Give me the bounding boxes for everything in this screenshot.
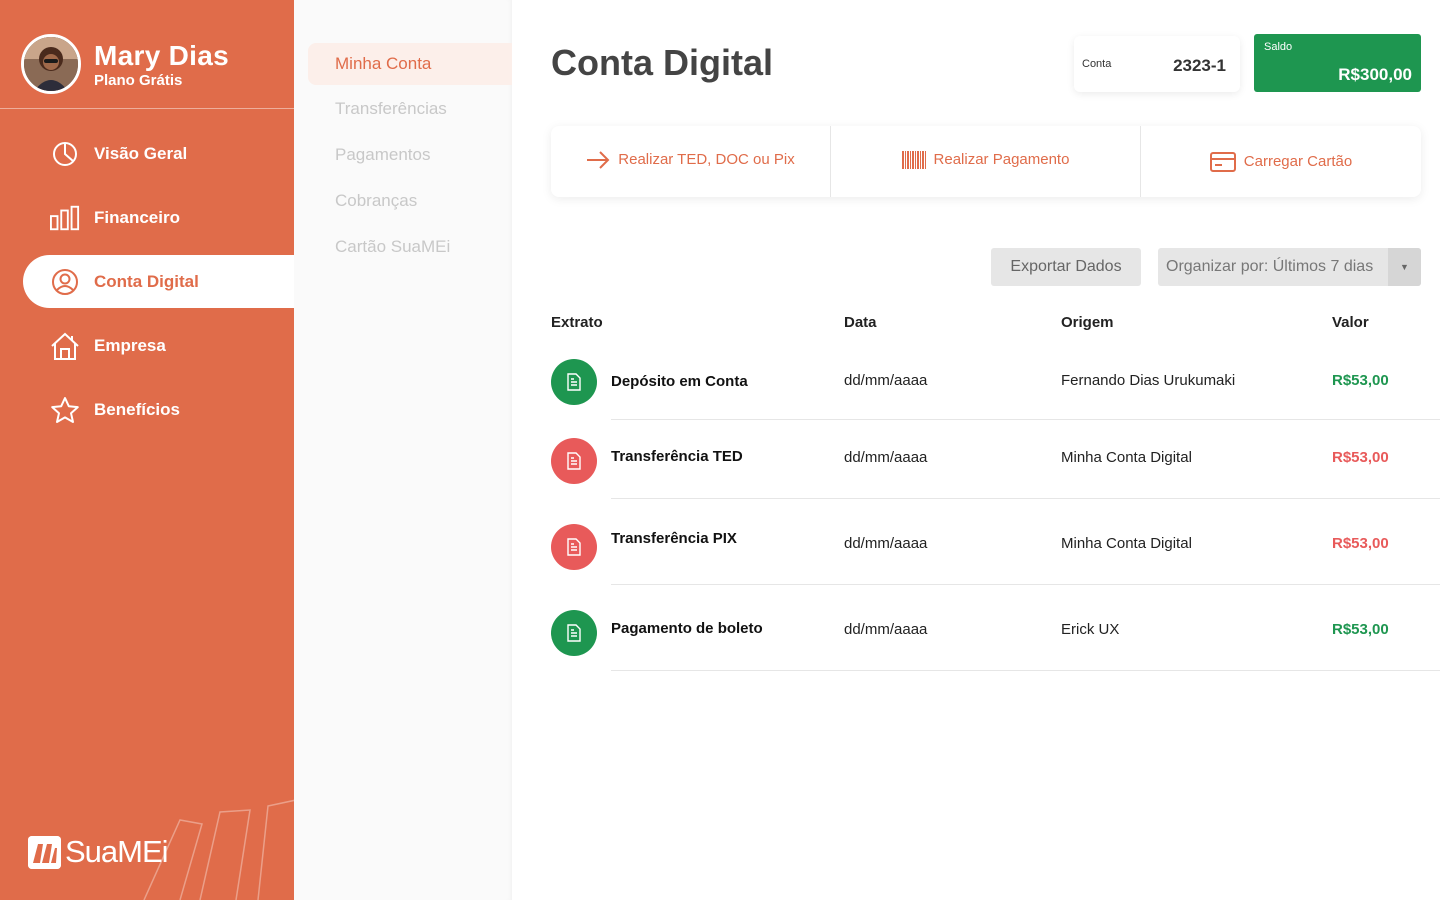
row-value: R$53,00 — [1332, 621, 1389, 638]
main-content: Conta Digital Conta 2323-1 Saldo R$300,0… — [512, 0, 1440, 900]
balance-label: Saldo — [1264, 41, 1293, 53]
sidebar: Mary Dias Plano Grátis Visão Geral Finan… — [0, 0, 294, 900]
document-icon — [551, 359, 597, 405]
home-icon — [50, 331, 80, 361]
row-title: Pagamento de boleto — [611, 620, 763, 637]
user-circle-icon — [50, 267, 80, 297]
page-title: Conta Digital — [551, 42, 773, 83]
nav-item-empresa[interactable]: Empresa — [0, 319, 294, 372]
submenu-item-pagamentos[interactable]: Pagamentos — [335, 145, 430, 165]
row-origin: Erick UX — [1061, 621, 1120, 638]
barcode-icon — [901, 150, 926, 169]
brand-name: SuaMEi — [65, 834, 169, 869]
quick-actions: Realizar TED, DOC ou Pix Realizar Pagame… — [551, 126, 1421, 197]
star-icon — [50, 395, 80, 425]
nav-item-conta-digital[interactable]: Conta Digital — [23, 255, 294, 308]
submenu-item-minha-conta[interactable]: Minha Conta — [308, 43, 512, 85]
nav-item-label: Financeiro — [94, 207, 180, 227]
document-icon — [551, 610, 597, 656]
transfer-button-label: Realizar TED, DOC ou Pix — [618, 151, 795, 168]
row-title: Depósito em Conta — [611, 373, 748, 390]
row-title: Transferência PIX — [611, 530, 737, 547]
load-card-button[interactable]: Carregar Cartão — [1141, 126, 1421, 197]
chevron-down-icon[interactable]: ▼ — [1388, 248, 1421, 286]
profile-name: Mary Dias — [94, 40, 229, 71]
avatar[interactable] — [21, 34, 81, 94]
nav-item-label: Conta Digital — [94, 271, 199, 291]
column-header-valor: Valor — [1332, 314, 1369, 331]
bar-chart-icon — [50, 203, 80, 233]
payment-button-label: Realizar Pagamento — [933, 151, 1070, 168]
nav-item-label: Empresa — [94, 335, 166, 355]
nav-item-beneficios[interactable]: Benefícios — [0, 383, 294, 436]
row-date: dd/mm/aaaa — [844, 449, 928, 466]
document-icon — [551, 524, 597, 570]
profile-plan: Plano Grátis — [94, 72, 183, 89]
column-header-origem: Origem — [1061, 314, 1114, 331]
balance-value: R$300,00 — [1338, 65, 1412, 84]
row-origin: Fernando Dias Urukumaki — [1061, 372, 1236, 389]
column-header-extrato: Extrato — [551, 314, 603, 331]
transfer-button[interactable]: Realizar TED, DOC ou Pix — [551, 126, 831, 197]
nav-item-label: Visão Geral — [94, 143, 188, 163]
row-origin: Minha Conta Digital — [1061, 449, 1192, 466]
main-nav: Visão Geral Financeiro Conta Digital Emp… — [0, 127, 294, 447]
submenu: Minha Conta Transferências Pagamentos Co… — [294, 0, 512, 900]
row-origin: Minha Conta Digital — [1061, 535, 1192, 552]
row-date: dd/mm/aaaa — [844, 535, 928, 552]
row-date: dd/mm/aaaa — [844, 621, 928, 638]
export-data-button[interactable]: Exportar Dados — [991, 248, 1141, 286]
row-divider — [611, 419, 1440, 420]
nav-item-financeiro[interactable]: Financeiro — [0, 191, 294, 244]
row-divider — [611, 584, 1440, 585]
submenu-item-cartao[interactable]: Cartão SuaMEi — [335, 237, 450, 257]
row-title: Transferência TED — [611, 448, 743, 465]
profile-header: Mary Dias Plano Grátis — [0, 0, 294, 109]
load-card-button-label: Carregar Cartão — [1243, 153, 1353, 170]
document-icon — [551, 438, 597, 484]
arrow-right-icon — [586, 150, 610, 170]
payment-button[interactable]: Realizar Pagamento — [831, 126, 1141, 197]
nav-item-label: Benefícios — [94, 399, 180, 419]
brand-logo: SuaMEi — [28, 834, 169, 870]
nav-item-visao-geral[interactable]: Visão Geral — [0, 127, 294, 180]
row-value: R$53,00 — [1332, 449, 1389, 466]
account-label: Conta — [1082, 58, 1112, 70]
balance-card: Saldo R$300,00 — [1254, 34, 1421, 92]
brand-mark-icon — [28, 835, 61, 869]
column-header-data: Data — [844, 314, 877, 331]
account-number-card: Conta 2323-1 — [1074, 36, 1240, 92]
sort-select[interactable]: Organizar por: Últimos 7 dias ▼ — [1158, 248, 1421, 286]
submenu-item-transferencias[interactable]: Transferências — [335, 99, 447, 119]
credit-card-icon — [1209, 151, 1236, 172]
submenu-item-cobrancas[interactable]: Cobranças — [335, 191, 417, 211]
row-date: dd/mm/aaaa — [844, 372, 928, 389]
row-value: R$53,00 — [1332, 372, 1389, 389]
account-number: 2323-1 — [1173, 56, 1226, 75]
row-value: R$53,00 — [1332, 535, 1389, 552]
row-divider — [611, 498, 1440, 499]
sort-select-label: Organizar por: Últimos 7 dias — [1166, 258, 1374, 275]
row-divider — [611, 670, 1440, 671]
pie-chart-icon — [50, 139, 80, 169]
